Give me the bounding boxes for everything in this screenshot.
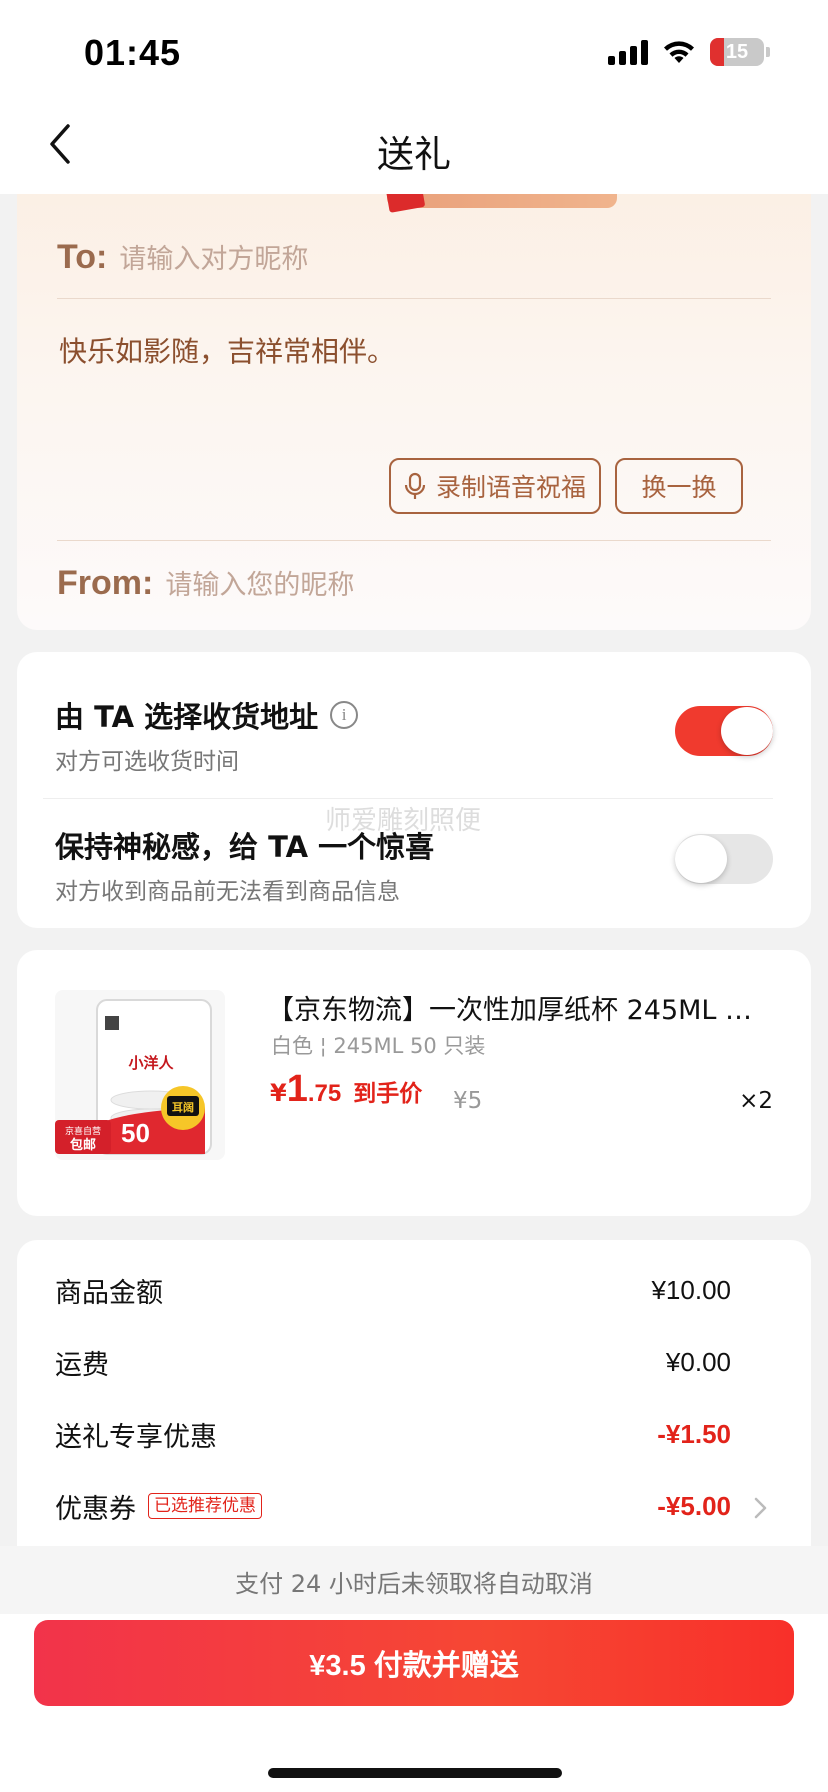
record-voice-label: 录制语音祝福 (435, 473, 586, 502)
product-title[interactable]: 【京东物流】一次性加厚纸杯 245ML 大... (267, 988, 777, 1027)
product-quantity: ×2 (739, 1088, 773, 1114)
divider (57, 298, 771, 299)
status-time: 01:45 (84, 32, 182, 73)
battery-icon: 15 (710, 38, 764, 66)
microphone-icon (404, 472, 426, 499)
package-label-text: 耳阔 (172, 1100, 194, 1114)
gift-discount-row: 送礼专享优惠 -¥1.50 (55, 1414, 731, 1454)
address-setting-title: 由 TA 选择收货地址 i (55, 694, 359, 736)
price-summary-card: 商品金额 ¥10.00 运费 ¥0.00 送礼专享优惠 -¥1.50 优惠券 已… (17, 1240, 811, 1570)
home-indicator (268, 1768, 562, 1778)
status-bar: 01:45 15 (0, 0, 828, 100)
shipping-value: ¥0.00 (665, 1346, 731, 1377)
from-row: From: (57, 564, 686, 603)
gift-discount-value: -¥1.50 (657, 1418, 731, 1449)
badge-top-text: 京喜自营 (65, 1125, 101, 1137)
chevron-right-icon[interactable] (753, 1496, 769, 1520)
coupon-label: 优惠券 (55, 1493, 136, 1525)
blessing-message[interactable]: 快乐如影随，吉祥常相伴。 (59, 330, 395, 370)
price-decimal: .75 (307, 1080, 342, 1107)
product-price: ¥ 1 .75 到手价 (270, 1068, 422, 1111)
coupon-value: -¥5.00 (657, 1490, 731, 1521)
paper-cup-package-image: 小洋人 50 耳阔 京喜自营 包邮 (55, 999, 212, 1155)
price-integer: 1 (286, 1068, 308, 1110)
from-label: From: (57, 564, 154, 602)
shipping-label: 运费 (55, 1349, 109, 1381)
mystery-toggle[interactable] (675, 834, 773, 884)
recipient-name-input[interactable] (119, 244, 640, 275)
divider (43, 798, 773, 799)
battery-level: 15 (725, 40, 749, 63)
nav-bar: 送礼 (0, 100, 828, 194)
address-toggle[interactable] (675, 706, 773, 756)
wifi-icon (664, 41, 694, 63)
items-amount-value: ¥10.00 (651, 1274, 731, 1305)
mystery-setting-subtitle: 对方收到商品前无法看到商品信息 (55, 879, 400, 905)
battery-tip (766, 47, 770, 57)
coupon-label-group: 优惠券 已选推荐优惠 (55, 1487, 262, 1526)
watermark: 师爱雕刻照便 (325, 806, 482, 836)
pay-and-gift-button[interactable]: ¥3.5 付款并赠送 (34, 1620, 794, 1706)
product-image[interactable]: 小洋人 50 耳阔 京喜自营 包邮 (55, 990, 225, 1160)
original-price: ¥5 (453, 1088, 483, 1114)
to-label: To: (57, 238, 108, 276)
page-title: 送礼 (377, 133, 451, 176)
toggle-knob (721, 707, 773, 755)
toggle-knob (675, 835, 727, 883)
items-amount-label: 商品金额 (55, 1277, 163, 1309)
record-voice-button[interactable]: 录制语音祝福 (389, 458, 601, 514)
badge-bottom-text: 包邮 (70, 1137, 96, 1153)
shipping-row: 运费 ¥0.00 (55, 1342, 731, 1382)
signal-icon (608, 39, 648, 65)
coupon-row[interactable]: 优惠券 已选推荐优惠 -¥5.00 (55, 1486, 731, 1526)
shuffle-message-button[interactable]: 换一换 (615, 458, 743, 514)
package-count-text: 50 (121, 1118, 150, 1148)
sender-name-input[interactable] (165, 570, 686, 601)
address-setting-label: 由 TA 选择收货地址 (55, 700, 319, 734)
product-card[interactable]: 小洋人 50 耳阔 京喜自营 包邮 【京东物流】一次性加厚纸杯 245ML 大.… (17, 950, 811, 1216)
shuffle-label: 换一换 (641, 473, 717, 502)
address-setting-subtitle: 对方可选收货时间 (55, 749, 239, 775)
gift-discount-label: 送礼专享优惠 (55, 1421, 217, 1453)
gift-settings-card: 由 TA 选择收货地址 i 对方可选收货时间 保持神秘感，给 TA 一个惊喜 对… (17, 652, 811, 928)
divider (57, 540, 771, 541)
auto-cancel-notice: 支付 24 小时后未领取将自动取消 (235, 1570, 593, 1598)
greeting-card: To: 快乐如影随，吉祥常相伴。 录制语音祝福 换一换 From: (17, 150, 811, 630)
price-tag: 到手价 (353, 1081, 423, 1107)
status-icons: 15 (608, 38, 770, 66)
bottom-bar: 支付 24 小时后未领取将自动取消 ¥3.5 付款并赠送 (0, 1546, 828, 1792)
info-icon[interactable]: i (330, 701, 359, 729)
coupon-tag: 已选推荐优惠 (148, 1493, 262, 1519)
to-row: To: (57, 238, 640, 277)
items-amount-row: 商品金额 ¥10.00 (55, 1270, 731, 1310)
price-symbol: ¥ (270, 1079, 287, 1107)
product-spec: 白色 ¦ 245ML 50 只装 (271, 1034, 486, 1058)
package-brand-text: 小洋人 (128, 1054, 174, 1072)
